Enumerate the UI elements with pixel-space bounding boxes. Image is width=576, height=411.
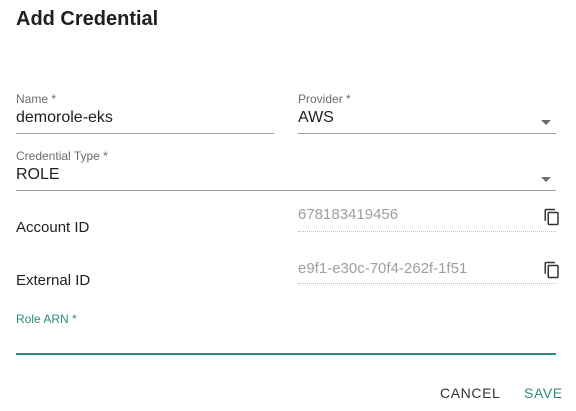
provider-select[interactable]: Provider * AWS [298, 92, 556, 134]
role-arn-input[interactable] [16, 330, 556, 350]
account-id-label: Account ID [16, 219, 90, 236]
account-id-field: 678183419456 [298, 206, 556, 232]
provider-value: AWS [298, 109, 334, 126]
external-id-value: e9f1-e30c-70f4-262f-1f51 [298, 260, 468, 277]
name-underline [16, 133, 274, 134]
account-id-underline [298, 231, 556, 232]
cancel-button[interactable]: CANCEL [440, 385, 500, 401]
credential-type-label: Credential Type * [16, 149, 108, 163]
credential-type-select[interactable]: Credential Type * ROLE [16, 149, 556, 191]
dialog-title: Add Credential [16, 8, 159, 30]
chevron-down-icon[interactable] [541, 120, 551, 125]
account-id-value: 678183419456 [298, 206, 399, 223]
provider-underline [298, 133, 556, 134]
copy-icon[interactable] [543, 208, 561, 226]
external-id-underline [298, 283, 556, 284]
chevron-down-icon[interactable] [541, 177, 551, 182]
credential-type-underline [16, 190, 556, 191]
name-field[interactable]: Name * demorole-eks [16, 92, 274, 134]
save-button[interactable]: SAVE [524, 385, 563, 401]
role-arn-field[interactable]: Role ARN * [16, 312, 556, 356]
role-arn-underline [16, 353, 556, 355]
external-id-field: e9f1-e30c-70f4-262f-1f51 [298, 260, 556, 286]
external-id-label: External ID [16, 272, 91, 289]
name-label: Name * [16, 92, 57, 106]
provider-label: Provider * [298, 92, 351, 106]
name-input[interactable]: demorole-eks [16, 109, 113, 127]
role-arn-label: Role ARN * [16, 312, 77, 326]
add-credential-dialog: Add Credential Name * demorole-eks Provi… [0, 0, 576, 411]
credential-type-value: ROLE [16, 166, 60, 183]
copy-icon[interactable] [543, 261, 561, 279]
